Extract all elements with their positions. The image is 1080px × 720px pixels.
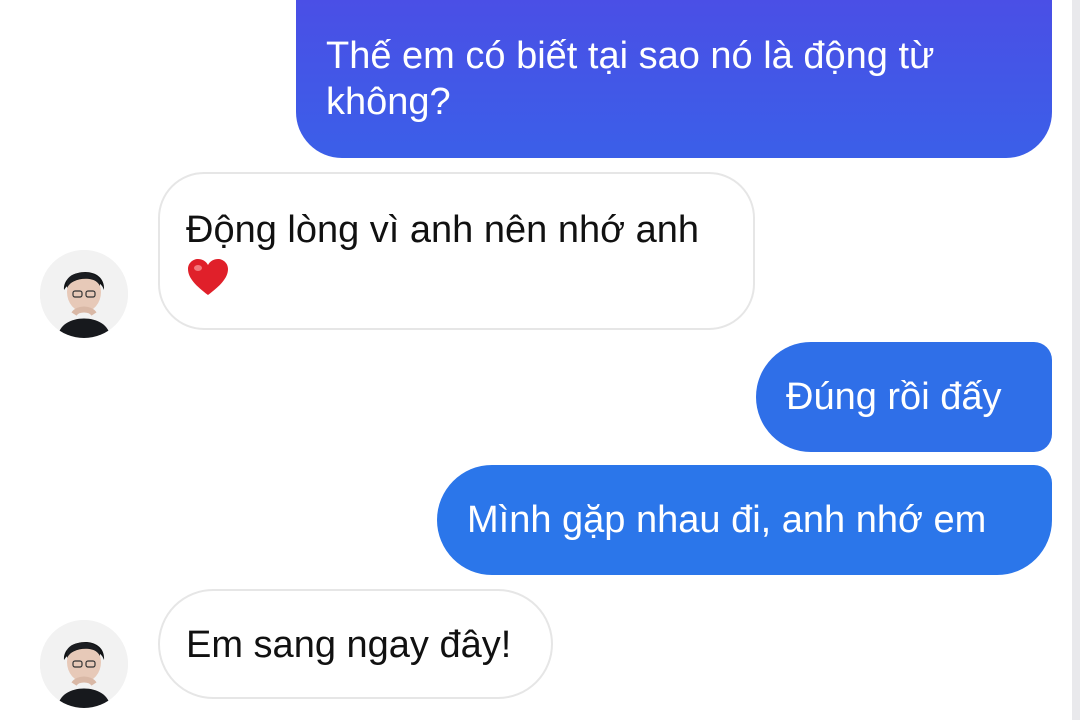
message-text: Đúng rồi đấy bbox=[786, 376, 1002, 418]
message-bubble-outgoing[interactable]: Mình gặp nhau đi, anh nhớ em bbox=[437, 465, 1052, 575]
message-text: Động lòng vì anh nên nhớ anh bbox=[186, 209, 699, 251]
heart-icon bbox=[188, 259, 228, 295]
avatar[interactable] bbox=[40, 620, 128, 708]
message-text: Mình gặp nhau đi, anh nhớ em bbox=[467, 499, 987, 541]
chat-thread: Thế em có biết tại sao nó là động từ khô… bbox=[0, 0, 1080, 720]
heart-emoji-icon bbox=[186, 257, 230, 297]
avatar-image bbox=[40, 250, 128, 338]
message-text: Thế em có biết tại sao nó là động từ khô… bbox=[326, 35, 935, 123]
message-bubble-outgoing[interactable]: Thế em có biết tại sao nó là động từ khô… bbox=[296, 0, 1052, 158]
message-bubble-incoming[interactable]: Em sang ngay đây! bbox=[158, 589, 553, 699]
message-bubble-incoming[interactable]: Động lòng vì anh nên nhớ anh bbox=[158, 172, 755, 330]
avatar[interactable] bbox=[40, 250, 128, 338]
message-text: Em sang ngay đây! bbox=[186, 624, 512, 666]
scrollbar[interactable] bbox=[1072, 0, 1080, 720]
message-bubble-outgoing[interactable]: Đúng rồi đấy bbox=[756, 342, 1052, 452]
avatar-image bbox=[40, 620, 128, 708]
